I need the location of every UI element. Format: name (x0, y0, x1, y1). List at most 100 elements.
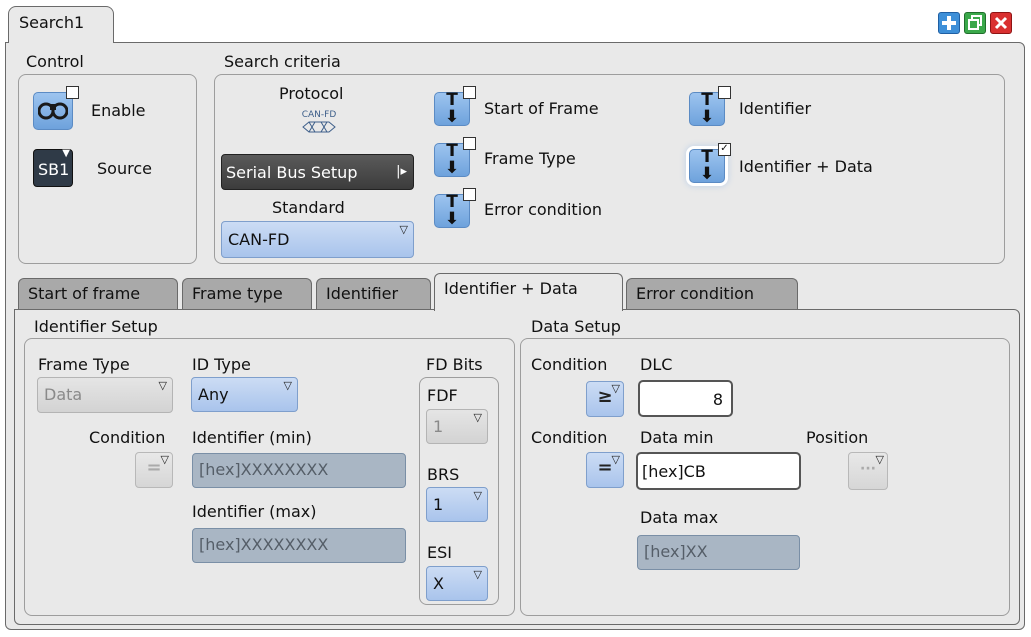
dlc-condition-combo[interactable]: ≥ ▽ (586, 381, 624, 417)
identifier-data-label: Identifier + Data (739, 157, 873, 176)
tab-frame-type[interactable]: Frame type (182, 278, 312, 309)
data-max-value: [hex]XX (644, 542, 708, 561)
tab-start-of-frame[interactable]: Start of frame (18, 278, 178, 309)
frame-type-toggle[interactable]: T ⬇ (434, 137, 476, 177)
identifier-max-field[interactable]: [hex]XXXXXXXX (192, 528, 406, 563)
chevron-down-icon: ▽ (158, 379, 167, 392)
trigger-icon: T ⬇ (699, 147, 715, 184)
data-min-value: [hex]CB (642, 462, 706, 481)
binoculars-icon (37, 98, 69, 124)
chevron-down-icon: ▽ (283, 379, 292, 392)
start-of-frame-toggle[interactable]: T ⬇ (434, 86, 476, 127)
frame-type-dropdown[interactable]: Data ▽ (37, 377, 173, 413)
chevron-down-icon: ▽ (611, 453, 620, 466)
serial-bus-setup-label: Serial Bus Setup (226, 163, 358, 182)
protocol-label: Protocol (279, 84, 344, 103)
esi-label: ESI (427, 543, 452, 562)
enable-label: Enable (91, 101, 146, 120)
protocol-icon[interactable]: CAN-FD (298, 110, 340, 150)
id-type-label: ID Type (192, 355, 251, 374)
data-condition-label: Condition (531, 428, 608, 447)
dlc-label: DLC (640, 355, 673, 374)
tab-label: Error condition (636, 284, 755, 303)
chevron-down-icon: ▽ (160, 453, 169, 466)
brs-label: BRS (427, 465, 460, 484)
chevron-down-icon: ▽ (473, 489, 482, 502)
brs-value: 1 (433, 495, 444, 514)
serial-bus-setup-button[interactable]: Serial Bus Setup |▸ (221, 154, 414, 190)
data-setup-title: Data Setup (531, 317, 621, 336)
fdf-label: FDF (427, 386, 458, 405)
fd-bits-label: FD Bits (426, 355, 483, 374)
trigger-icon: T ⬇ (444, 192, 460, 229)
identifier-setup-title: Identifier Setup (34, 317, 158, 336)
enable-checkbox[interactable] (66, 86, 79, 99)
data-min-label: Data min (640, 428, 714, 447)
identifier-toggle[interactable]: T ⬇ (689, 86, 731, 127)
start-of-frame-checkbox[interactable] (463, 86, 476, 99)
fdf-value: 1 (433, 417, 444, 436)
dlc-value: 8 (712, 390, 723, 409)
data-condition-combo[interactable]: = ▽ (586, 452, 624, 488)
error-condition-toggle[interactable]: T ⬇ (434, 188, 476, 229)
tab-label: Identifier + Data (444, 279, 578, 298)
frame-type-checkbox[interactable] (463, 137, 476, 150)
enable-button[interactable] (33, 86, 79, 130)
identifier-condition-combo[interactable]: = ▽ (135, 452, 173, 488)
trigger-icon: T ⬇ (699, 90, 715, 127)
standard-dropdown[interactable]: CAN-FD ▽ (221, 221, 414, 258)
identifier-min-field[interactable]: [hex]XXXXXXXX (192, 453, 406, 488)
protocol-icon-text: CAN-FD (301, 110, 337, 120)
plus-icon[interactable] (938, 12, 960, 34)
position-label: Position (806, 428, 869, 447)
chevron-down-icon: ▽ (399, 223, 408, 236)
start-of-frame-label: Start of Frame (484, 99, 599, 118)
identifier-min-value: [hex]XXXXXXXX (199, 460, 329, 479)
tab-identifier-data[interactable]: Identifier + Data (434, 273, 623, 311)
identifier-data-toggle[interactable]: T ⬇ ✓ (689, 143, 731, 184)
position-combo[interactable]: ··· ▽ (848, 452, 888, 490)
id-type-dropdown[interactable]: Any ▽ (191, 377, 298, 412)
window-tab-label: Search1 (19, 13, 85, 32)
identifier-label: Identifier (739, 99, 812, 118)
identifier-data-checkbox[interactable]: ✓ (718, 143, 731, 156)
dlc-field[interactable]: 8 (638, 380, 733, 417)
fdf-dropdown[interactable]: 1 ▽ (426, 409, 488, 444)
trigger-icon: T ⬇ (444, 90, 460, 127)
id-type-value: Any (198, 385, 229, 404)
data-max-field[interactable]: [hex]XX (637, 535, 800, 570)
identifier-condition-label: Condition (89, 428, 166, 447)
tab-identifier[interactable]: Identifier (316, 278, 431, 309)
frame-type-label: Frame Type (484, 149, 576, 168)
frame-type-value: Data (44, 385, 83, 404)
copy-icon[interactable] (964, 12, 986, 34)
identifier-max-label: Identifier (max) (192, 502, 317, 521)
chevron-down-icon: ▽ (473, 411, 482, 424)
source-button[interactable]: SB1 ▼ (33, 148, 73, 187)
error-condition-checkbox[interactable] (463, 188, 476, 201)
identifier-min-label: Identifier (min) (192, 428, 312, 447)
data-min-field[interactable]: [hex]CB (636, 452, 801, 490)
dlc-condition-label: Condition (531, 355, 608, 374)
source-label: Source (97, 159, 152, 178)
tab-error-condition[interactable]: Error condition (626, 278, 798, 309)
source-dropdown-arrow: ▼ (62, 148, 70, 159)
tab-label: Frame type (192, 284, 283, 303)
arrow-right-icon: |▸ (396, 164, 407, 179)
window-tab[interactable]: Search1 (8, 6, 114, 43)
data-max-label: Data max (640, 508, 719, 527)
tab-label: Identifier (326, 284, 399, 303)
esi-value: X (433, 574, 444, 593)
tab-label: Start of frame (28, 284, 141, 303)
frame-type-setup-label: Frame Type (38, 355, 130, 374)
chevron-down-icon: ▽ (611, 382, 620, 395)
identifier-checkbox[interactable] (718, 86, 731, 99)
control-title: Control (26, 52, 84, 71)
standard-value: CAN-FD (228, 230, 290, 249)
identifier-max-value: [hex]XXXXXXXX (199, 535, 329, 554)
error-condition-label: Error condition (484, 200, 603, 219)
close-icon[interactable] (990, 12, 1012, 34)
brs-dropdown[interactable]: 1 ▽ (426, 487, 488, 522)
esi-dropdown[interactable]: X ▽ (426, 566, 488, 601)
source-icon-text: SB1 (38, 160, 70, 179)
